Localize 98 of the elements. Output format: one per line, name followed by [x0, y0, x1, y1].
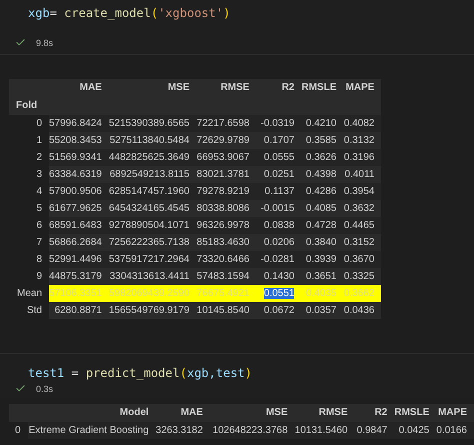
table-cell: Extreme Gradient Boosting [28, 424, 149, 436]
table-cell: 0.4728 [306, 220, 336, 230]
table-cell: 102648223.3768 [212, 424, 288, 436]
table-cell: 80338.8086 [196, 202, 250, 214]
table-cell: 9278890504.1071 [108, 220, 190, 230]
table-cell: 83021.3781 [196, 168, 250, 180]
table-cell: 96326.9978 [196, 220, 250, 230]
table-cell: 85183.4630 [196, 236, 250, 248]
table-cell: 0.0251 [264, 168, 294, 180]
table-cell: 0.0838 [264, 220, 294, 230]
table-cell: 0.1137 [264, 186, 294, 196]
column-header: RMSLE [394, 404, 436, 422]
table-cell: 0.3632 [344, 202, 374, 214]
table-cell: 0.3626 [306, 152, 336, 162]
table-cell: 0.3651 [306, 270, 336, 282]
column-header: MAPE [343, 79, 382, 97]
execution-time: 9.8s [36, 36, 54, 48]
column-header: RMSE [294, 404, 355, 422]
column-header: Model [28, 404, 156, 422]
table-cell: 0.9847 [356, 424, 388, 436]
table-cell: -0.0015 [260, 202, 294, 214]
table-cell: 0.1707 [264, 134, 294, 146]
table-cell: 0.3152 [344, 236, 374, 248]
table-cell: 0.4465 [344, 220, 374, 230]
table-cell: 0.0425 [398, 424, 430, 436]
table-cell: 0.0551 [264, 288, 294, 298]
column-header: R2 [256, 79, 302, 97]
table-cell: 10145.8540 [196, 304, 250, 316]
table-cell: 7256222365.7138 [108, 236, 190, 248]
table-cell: 0.3196 [344, 152, 374, 162]
table-cell: 6280.8871 [54, 304, 102, 316]
table-cell: 0.3132 [344, 134, 374, 146]
table-cell: 0.4398 [306, 168, 336, 180]
table-cell: 5982069439.2590 [108, 288, 190, 298]
code-line: test1 = predict_model(xgb,test) [28, 366, 253, 380]
table-cell: 0.4210 [306, 118, 336, 128]
table-cell: 72217.6598 [196, 118, 250, 128]
table-cell: 0.0436 [344, 304, 374, 316]
table-cell: 5215390389.6565 [108, 118, 190, 128]
column-header: MSE [210, 404, 295, 422]
table-cell: 1565549769.9179 [108, 304, 190, 316]
table-cell: 55208.3453 [49, 134, 102, 146]
table-cell: 5275113840.5484 [110, 134, 190, 146]
table-cell: 3263.3182 [156, 424, 203, 436]
table-cell: 51569.9341 [49, 152, 102, 162]
table-cell: 72629.9789 [196, 134, 250, 146]
table-cell: 52991.4496 [49, 254, 102, 264]
table-cell: 0.3325 [344, 270, 374, 282]
index-header: Fold [9, 97, 49, 115]
row-index: 0 [9, 115, 49, 132]
table-cell: 61677.9625 [49, 202, 102, 214]
table-cell: 0.4286 [306, 186, 336, 196]
table-cell: 44875.3179 [49, 270, 102, 282]
table-cell: 0.4085 [306, 202, 336, 214]
table-cell: 0.3662 [344, 288, 374, 298]
column-header: MAPE [436, 404, 474, 422]
table-cell: 0.0357 [306, 304, 336, 316]
column-header: MAE [156, 404, 210, 422]
column-header: R2 [354, 404, 394, 422]
table-cell: 0.3939 [306, 254, 336, 264]
table-cell: 76675.4921 [196, 288, 250, 298]
table-cell: 79278.9219 [196, 186, 250, 196]
table-cell: 0.3585 [306, 134, 336, 146]
execution-time: 0.3s [36, 382, 54, 394]
table-cell: 73320.6466 [196, 254, 250, 264]
table-cell: 6285147457.1960 [108, 186, 190, 196]
table-cell: -0.0281 [260, 254, 294, 264]
table-cell: 6454324165.4545 [108, 202, 190, 214]
table-cell: 66953.9067 [196, 152, 250, 162]
table-cell: 57106.3351 [49, 288, 102, 298]
table-cell: 63384.6319 [49, 168, 102, 180]
column-header: MAE [49, 79, 109, 97]
table-cell: 3304313613.4411 [110, 270, 190, 282]
code-line: xgb= create_model('xgboost') [28, 6, 232, 20]
table-cell: -0.0319 [260, 118, 294, 128]
table-cell: 56866.2684 [49, 236, 102, 248]
table-cell: 0.3954 [344, 186, 374, 196]
table-cell: 0.1430 [264, 270, 294, 282]
table-cell: 0.0166 [436, 424, 467, 436]
table-cell: 68591.6483 [49, 220, 102, 230]
table-cell: 57996.8424 [49, 118, 102, 128]
table-cell: 10131.5460 [294, 424, 348, 436]
column-header: RMSLE [301, 79, 344, 97]
table-cell: 4482825625.3649 [108, 152, 190, 162]
table-cell: 0.0672 [264, 304, 294, 316]
table-cell: 0.3670 [344, 254, 374, 264]
table-cell: 0.4082 [344, 118, 374, 128]
table-cell: 0.3840 [306, 236, 336, 248]
column-header: MSE [108, 79, 196, 97]
table-cell: 57483.1594 [196, 270, 250, 282]
table-cell: 0.0206 [264, 236, 294, 248]
table-cell: 57900.9506 [49, 186, 102, 196]
table-cell: 5375917217.2964 [108, 254, 190, 264]
table-cell: 6892549213.8115 [110, 168, 190, 180]
table-cell: 0.4035 [306, 288, 336, 298]
table-cell: 0.4011 [344, 168, 374, 180]
column-header: RMSE [196, 79, 256, 97]
table-cell: 0.0555 [264, 152, 294, 162]
